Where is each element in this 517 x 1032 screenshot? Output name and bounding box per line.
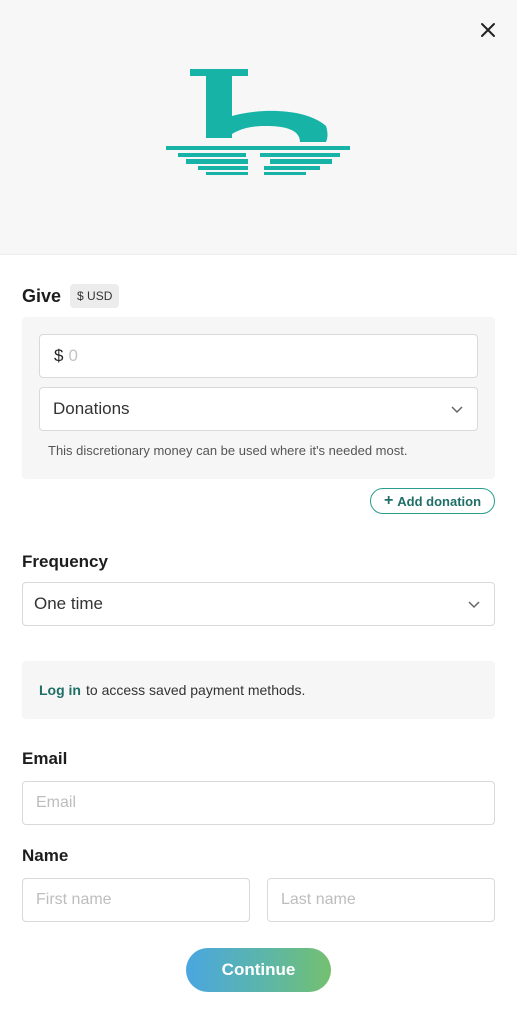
frequency-selected-value: One time (34, 594, 103, 613)
add-donation-button[interactable]: + Add donation (370, 488, 495, 514)
frequency-label: Frequency (22, 552, 108, 571)
chevron-down-icon (468, 601, 480, 609)
continue-button[interactable]: Continue (186, 948, 331, 992)
fund-select[interactable]: Donations (39, 387, 478, 431)
first-name-field[interactable] (22, 878, 250, 922)
frequency-select[interactable]: One time (22, 582, 495, 626)
give-header: Give $ USD (22, 283, 120, 309)
login-link[interactable]: Log in (39, 682, 81, 698)
currency-badge[interactable]: $ USD (70, 284, 120, 308)
close-icon[interactable] (476, 18, 500, 42)
amount-field[interactable]: $ (39, 334, 478, 378)
donation-panel: $ Donations This discretionary money can… (22, 317, 495, 479)
amount-input[interactable] (68, 346, 449, 366)
add-donation-label: Add donation (397, 493, 482, 509)
last-name-field[interactable] (267, 878, 495, 922)
email-label: Email (22, 749, 68, 768)
church-logo (160, 62, 356, 182)
header (0, 0, 517, 255)
dollar-sign: $ (54, 346, 64, 365)
name-label: Name (22, 846, 69, 865)
chevron-down-icon (451, 406, 463, 414)
email-field[interactable] (22, 781, 495, 825)
login-notice: Log in to access saved payment methods. (22, 661, 495, 719)
fund-selected-value: Donations (53, 399, 130, 418)
login-notice-text: to access saved payment methods. (86, 682, 306, 698)
plus-icon: + (383, 492, 394, 509)
fund-description: This discretionary money can be used whe… (48, 443, 408, 458)
give-title: Give (22, 285, 62, 306)
